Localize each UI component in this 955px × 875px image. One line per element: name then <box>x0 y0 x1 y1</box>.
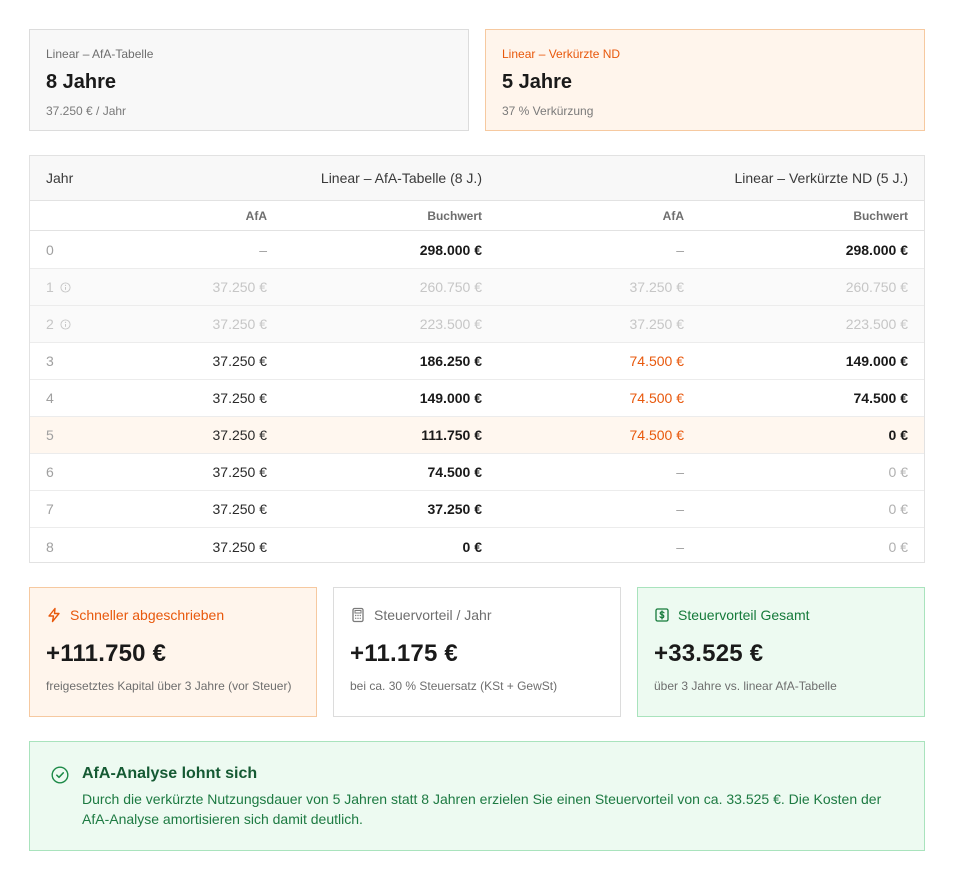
stat-desc: über 3 Jahre vs. linear AfA-Tabelle <box>654 679 837 693</box>
notice-text: Durch die verkürzte Nutzungsdauer von 5 … <box>82 791 882 827</box>
cell-year: 5 <box>46 427 54 443</box>
cell-year: 3 <box>46 353 54 369</box>
stat-title-text: Steuervorteil Gesamt <box>678 607 810 623</box>
cell-afa: 74.500 € <box>629 353 685 369</box>
stat-card-steuervorteil-gesamt: Steuervorteil Gesamt +33.525 € über 3 Ja… <box>637 587 925 717</box>
group-header-verkuerzt: Linear – Verkürzte ND (5 J.) <box>734 170 908 186</box>
cell-year: 6 <box>46 464 54 480</box>
card-value: 5 Jahre <box>502 71 573 93</box>
table-row: 8 37.250 € 0 € – 0 € <box>30 528 924 562</box>
cell-afa: 74.500 € <box>629 427 685 443</box>
cell-buchwert: 0 € <box>888 427 908 443</box>
cell-buchwert: 223.500 € <box>845 316 908 332</box>
cell-year: 7 <box>46 501 54 517</box>
stat-card-schneller-abgeschrieben: Schneller abgeschrieben +111.750 € freig… <box>29 587 317 717</box>
stat-title: Schneller abgeschrieben <box>46 606 300 624</box>
lightning-icon <box>48 607 60 623</box>
cell-afa: – <box>676 501 684 517</box>
column-header-buchwert: Buchwert <box>853 208 908 223</box>
cell-afa: – <box>259 242 267 258</box>
stat-value: +11.175 € <box>350 640 458 667</box>
conclusion-notice: AfA-Analyse lohnt sich Durch die verkürz… <box>29 741 925 851</box>
cell-afa: – <box>676 464 684 480</box>
table-row: 3 37.250 € 186.250 € 74.500 € 149.000 € <box>30 343 924 380</box>
cell-buchwert: 149.000 € <box>845 353 908 369</box>
cell-afa: 37.250 € <box>212 279 268 295</box>
card-linear-afa-tabelle: Linear – AfA-Tabelle 8 Jahre 37.250 € / … <box>29 29 469 131</box>
stat-value: +33.525 € <box>654 640 764 667</box>
table-row: 6 37.250 € 74.500 € – 0 € <box>30 454 924 491</box>
notice-title: AfA-Analyse lohnt sich <box>82 765 258 782</box>
cell-afa: 37.250 € <box>212 316 268 332</box>
cell-afa: 37.250 € <box>212 390 268 406</box>
cell-buchwert: 298.000 € <box>845 242 908 258</box>
cell-afa: 37.250 € <box>212 427 268 443</box>
table-row: 1 37.250 € 260.750 € 37.250 € 260.750 € <box>30 269 924 306</box>
cell-afa: 74.500 € <box>629 390 685 406</box>
cell-buchwert: 260.750 € <box>419 279 482 295</box>
column-header-afa: AfA <box>245 208 267 223</box>
stat-desc: freigesetztes Kapital über 3 Jahre (vor … <box>46 679 292 693</box>
stat-title-text: Schneller abgeschrieben <box>70 607 225 623</box>
year-value: 1 <box>46 279 54 295</box>
cell-buchwert: 298.000 € <box>419 242 482 258</box>
cell-year: 8 <box>46 538 54 555</box>
table-column-header: AfA Buchwert AfA Buchwert <box>30 201 924 231</box>
stat-value: +111.750 € <box>46 640 167 667</box>
depreciation-table: Jahr Linear – AfA-Tabelle (8 J.) Linear … <box>29 155 925 563</box>
cell-afa: 37.250 € <box>212 501 268 517</box>
column-header-afa: AfA <box>662 208 684 223</box>
check-circle-icon <box>51 766 69 784</box>
cell-afa: 37.250 € <box>629 279 685 295</box>
table-row: 4 37.250 € 149.000 € 74.500 € 74.500 € <box>30 380 924 417</box>
cell-buchwert: 186.250 € <box>419 353 482 369</box>
info-icon[interactable] <box>60 318 71 330</box>
table-row: 2 37.250 € 223.500 € 37.250 € 223.500 € <box>30 306 924 343</box>
cell-year: 0 <box>46 242 54 258</box>
card-label: Linear – Verkürzte ND <box>502 47 621 61</box>
cell-afa: 37.250 € <box>212 538 268 555</box>
table-row: 5 37.250 € 111.750 € 74.500 € 0 € <box>30 417 924 454</box>
stat-desc: bei ca. 30 % Steuersatz (KSt + GewSt) <box>350 679 558 693</box>
stat-title-text: Steuervorteil / Jahr <box>374 607 492 623</box>
column-header-buchwert: Buchwert <box>427 208 482 223</box>
cell-afa: 37.250 € <box>212 353 268 369</box>
cell-year: 4 <box>46 390 54 406</box>
stat-title: Steuervorteil / Jahr <box>350 606 604 624</box>
cell-buchwert: 74.500 € <box>853 390 909 406</box>
column-header-jahr: Jahr <box>46 170 74 186</box>
cell-afa: – <box>676 538 684 555</box>
stat-card-steuervorteil-jahr: Steuervorteil / Jahr +11.175 € bei ca. 3… <box>333 587 621 717</box>
stat-title: Steuervorteil Gesamt <box>654 606 908 624</box>
table-row: 0 – 298.000 € – 298.000 € <box>30 232 924 269</box>
group-header-linear: Linear – AfA-Tabelle (8 J.) <box>320 170 482 186</box>
card-sub: 37.250 € / Jahr <box>46 104 127 118</box>
cell-afa: 37.250 € <box>629 316 685 332</box>
cell-buchwert: 0 € <box>888 501 908 517</box>
cell-buchwert: 223.500 € <box>419 316 482 332</box>
info-icon[interactable] <box>60 281 71 293</box>
calculator-icon <box>352 607 364 623</box>
card-sub: 37 % Verkürzung <box>502 104 594 118</box>
cell-afa: 37.250 € <box>212 464 268 480</box>
year-value: 2 <box>46 316 54 332</box>
card-label: Linear – AfA-Tabelle <box>46 47 154 61</box>
cell-buchwert: 74.500 € <box>427 464 483 480</box>
cell-year: 2 <box>46 306 71 342</box>
card-verkuerzte-nd: Linear – Verkürzte ND 5 Jahre 37 % Verkü… <box>485 29 925 131</box>
cell-afa: – <box>676 242 684 258</box>
cell-buchwert: 37.250 € <box>427 501 483 517</box>
cell-buchwert: 0 € <box>462 538 482 555</box>
cell-year: 1 <box>46 269 71 305</box>
cell-buchwert: 0 € <box>888 464 908 480</box>
cell-buchwert: 0 € <box>888 538 908 555</box>
table-row: 7 37.250 € 37.250 € – 0 € <box>30 491 924 528</box>
cell-buchwert: 149.000 € <box>419 390 482 406</box>
cell-buchwert: 111.750 € <box>421 427 482 443</box>
cell-buchwert: 260.750 € <box>845 279 908 295</box>
banknote-icon <box>655 608 669 622</box>
table-group-header: Jahr Linear – AfA-Tabelle (8 J.) Linear … <box>30 156 924 201</box>
card-value: 8 Jahre <box>46 71 117 93</box>
